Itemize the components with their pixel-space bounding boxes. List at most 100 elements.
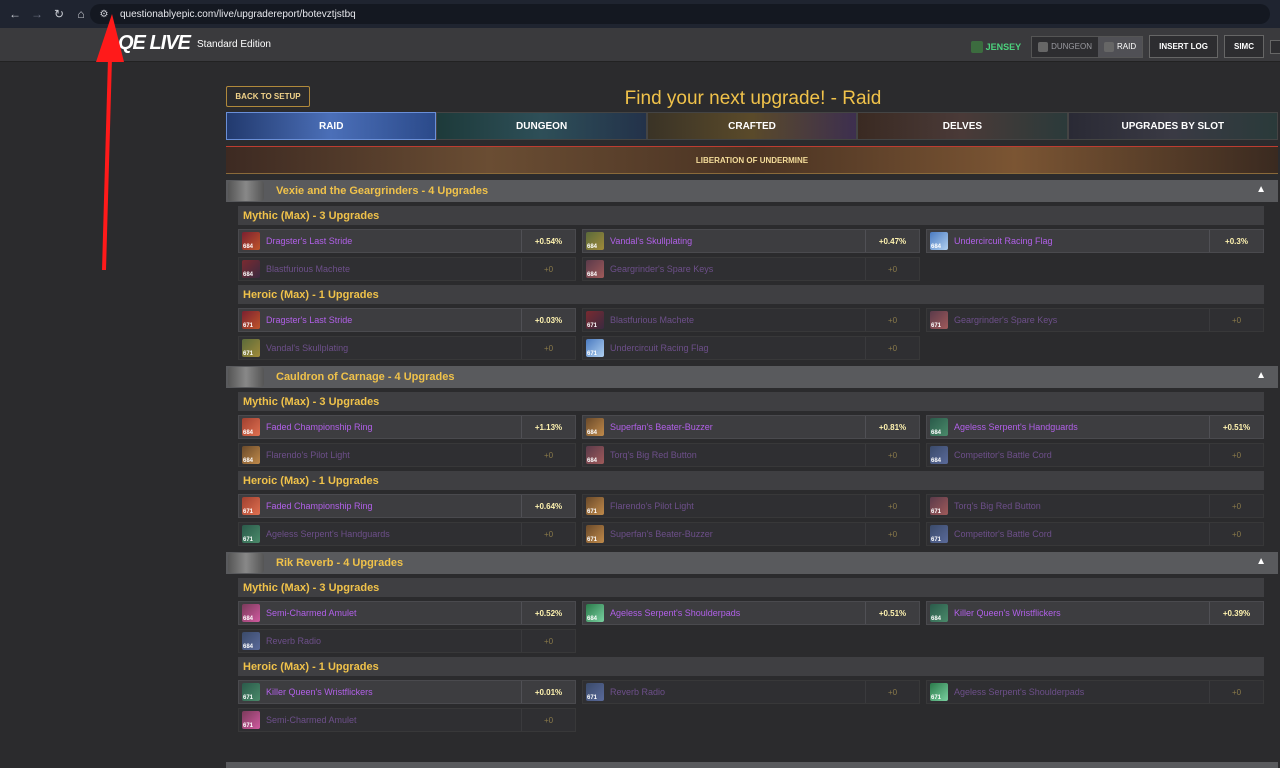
upgrade-percent: +0.39% [1209, 602, 1263, 624]
item-name[interactable]: Dragster's Last Stride [266, 315, 352, 325]
item-name[interactable]: Superfan's Beater-Buzzer [610, 529, 713, 539]
item-name[interactable]: Ageless Serpent's Shoulderpads [610, 608, 740, 618]
collapse-caret-icon[interactable]: ▲ [1256, 184, 1266, 195]
item-card[interactable]: 671 Superfan's Beater-Buzzer +0 [582, 522, 920, 546]
item-card[interactable]: 671 Torq's Big Red Button +0 [926, 494, 1264, 518]
item-card[interactable]: 684 Semi-Charmed Amulet +0.52% [238, 601, 576, 625]
home-icon[interactable]: ⌂ [72, 5, 90, 23]
item-card[interactable]: 671 Undercircuit Racing Flag +0 [582, 336, 920, 360]
item-name[interactable]: Ageless Serpent's Shoulderpads [954, 687, 1084, 697]
item-name[interactable]: Flarendo's Pilot Light [266, 450, 350, 460]
item-name[interactable]: Killer Queen's Wristflickers [266, 687, 373, 697]
item-icon: 684 [586, 604, 604, 622]
item-card[interactable]: 684 Reverb Radio +0 [238, 629, 576, 653]
item-card[interactable]: 671 Flarendo's Pilot Light +0 [582, 494, 920, 518]
item-card[interactable]: 684 Killer Queen's Wristflickers +0.39% [926, 601, 1264, 625]
tab-dungeon[interactable]: DUNGEON [436, 112, 647, 140]
upgrade-percent: +0.01% [521, 681, 575, 703]
site-settings-icon[interactable]: ⚙ [96, 6, 112, 22]
item-card[interactable]: 684 Geargrinder's Spare Keys +0 [582, 257, 920, 281]
item-name[interactable]: Undercircuit Racing Flag [610, 343, 709, 353]
collapse-caret-icon[interactable]: ▲ [1256, 370, 1266, 381]
item-name[interactable]: Superfan's Beater-Buzzer [610, 422, 713, 432]
collapse-caret-icon[interactable]: ▲ [1256, 556, 1266, 567]
item-icon: 671 [242, 683, 260, 701]
item-name[interactable]: Ageless Serpent's Handguards [954, 422, 1078, 432]
tab-raid[interactable]: RAID [226, 112, 437, 140]
item-card[interactable]: 684 Blastfurious Machete +0 [238, 257, 576, 281]
mode-dungeon-button[interactable]: DUNGEON [1032, 37, 1098, 57]
item-icon: 671 [586, 525, 604, 543]
item-name[interactable]: Undercircuit Racing Flag [954, 236, 1053, 246]
item-card[interactable]: 671 Dragster's Last Stride +0.03% [238, 308, 576, 332]
menu-button-partial[interactable] [1270, 39, 1280, 54]
item-name[interactable]: Ageless Serpent's Handguards [266, 529, 390, 539]
mode-raid-button[interactable]: RAID [1097, 36, 1143, 57]
item-card[interactable]: 684 Vandal's Skullplating +0.47% [582, 229, 920, 253]
address-bar[interactable]: ⚙ questionablyepic.com/live/upgraderepor… [90, 4, 1270, 24]
item-row: 671 Dragster's Last Stride +0.03% 671 Bl… [238, 308, 1264, 332]
item-card[interactable]: 671 Faded Championship Ring +0.64% [238, 494, 576, 518]
tab-delves[interactable]: DELVES [857, 112, 1068, 140]
insert-log-button[interactable]: INSERT LOG [1149, 35, 1218, 58]
item-name[interactable]: Faded Championship Ring [266, 422, 373, 432]
item-name[interactable]: Semi-Charmed Amulet [266, 608, 357, 618]
item-name[interactable]: Competitor's Battle Cord [954, 450, 1052, 460]
item-card[interactable]: 684 Undercircuit Racing Flag +0.3% [926, 229, 1264, 253]
boss-header[interactable]: Rik Reverb - 4 Upgrades ▲ [226, 552, 1278, 574]
item-card[interactable]: 684 Competitor's Battle Cord +0 [926, 443, 1264, 467]
difficulty-header: Heroic (Max) - 1 Upgrades [238, 657, 1264, 676]
item-name[interactable]: Torq's Big Red Button [610, 450, 697, 460]
item-card[interactable]: 684 Dragster's Last Stride +0.54% [238, 229, 576, 253]
item-name[interactable]: Geargrinder's Spare Keys [954, 315, 1057, 325]
item-name[interactable]: Dragster's Last Stride [266, 236, 352, 246]
upgrade-percent: +0 [1209, 523, 1263, 545]
item-name[interactable]: Semi-Charmed Amulet [266, 715, 357, 725]
tab-upgrades-by-slot[interactable]: UPGRADES BY SLOT [1067, 112, 1279, 140]
character-button[interactable]: JENSEY [970, 40, 1021, 53]
tab-crafted[interactable]: CRAFTED [646, 112, 858, 140]
reload-icon[interactable]: ↻ [50, 5, 68, 23]
item-name[interactable]: Blastfurious Machete [266, 264, 350, 274]
simc-button[interactable]: SIMC [1224, 35, 1264, 58]
item-card[interactable]: 684 Superfan's Beater-Buzzer +0.81% [582, 415, 920, 439]
item-card[interactable]: 671 Blastfurious Machete +0 [582, 308, 920, 332]
item-name[interactable]: Vandal's Skullplating [610, 236, 692, 246]
raid-icon [1103, 41, 1114, 52]
boss-header[interactable]: Cauldron of Carnage - 4 Upgrades ▲ [226, 366, 1278, 388]
item-card[interactable]: 684 Ageless Serpent's Shoulderpads +0.51… [582, 601, 920, 625]
item-card[interactable]: 671 Semi-Charmed Amulet +0 [238, 708, 576, 732]
item-name[interactable]: Blastfurious Machete [610, 315, 694, 325]
boss-header[interactable]: Vexie and the Geargrinders - 4 Upgrades … [226, 180, 1278, 202]
upgrade-percent: +0.81% [865, 416, 919, 438]
item-name[interactable]: Killer Queen's Wristflickers [954, 608, 1061, 618]
item-name[interactable]: Vandal's Skullplating [266, 343, 348, 353]
item-card[interactable]: 671 Killer Queen's Wristflickers +0.01% [238, 680, 576, 704]
item-card[interactable]: 684 Torq's Big Red Button +0 [582, 443, 920, 467]
item-row: 684 Flarendo's Pilot Light +0 684 Torq's… [238, 443, 1264, 467]
item-name[interactable]: Geargrinder's Spare Keys [610, 264, 713, 274]
back-to-setup-button[interactable]: BACK TO SETUP [226, 86, 310, 107]
forward-arrow-icon[interactable]: → [28, 5, 46, 23]
empty-slot [926, 257, 1264, 281]
item-level: 671 [243, 695, 254, 701]
item-name[interactable]: Reverb Radio [266, 636, 321, 646]
item-name[interactable]: Torq's Big Red Button [954, 501, 1041, 511]
item-card[interactable]: 684 Flarendo's Pilot Light +0 [238, 443, 576, 467]
item-card[interactable]: 671 Competitor's Battle Cord +0 [926, 522, 1264, 546]
item-name[interactable]: Reverb Radio [610, 687, 665, 697]
item-card[interactable]: 671 Vandal's Skullplating +0 [238, 336, 576, 360]
item-level: 684 [243, 244, 254, 250]
item-card[interactable]: 671 Ageless Serpent's Shoulderpads +0 [926, 680, 1264, 704]
item-card[interactable]: 671 Reverb Radio +0 [582, 680, 920, 704]
item-card[interactable]: 671 Geargrinder's Spare Keys +0 [926, 308, 1264, 332]
item-name[interactable]: Flarendo's Pilot Light [610, 501, 694, 511]
item-card[interactable]: 684 Ageless Serpent's Handguards +0.51% [926, 415, 1264, 439]
item-card[interactable]: 684 Faded Championship Ring +1.13% [238, 415, 576, 439]
item-name[interactable]: Competitor's Battle Cord [954, 529, 1052, 539]
item-name[interactable]: Faded Championship Ring [266, 501, 373, 511]
logo[interactable]: QE LIVE [118, 32, 191, 55]
item-card[interactable]: 671 Ageless Serpent's Handguards +0 [238, 522, 576, 546]
back-arrow-icon[interactable]: ← [6, 5, 24, 23]
next-boss-header-partial[interactable] [226, 762, 1278, 768]
